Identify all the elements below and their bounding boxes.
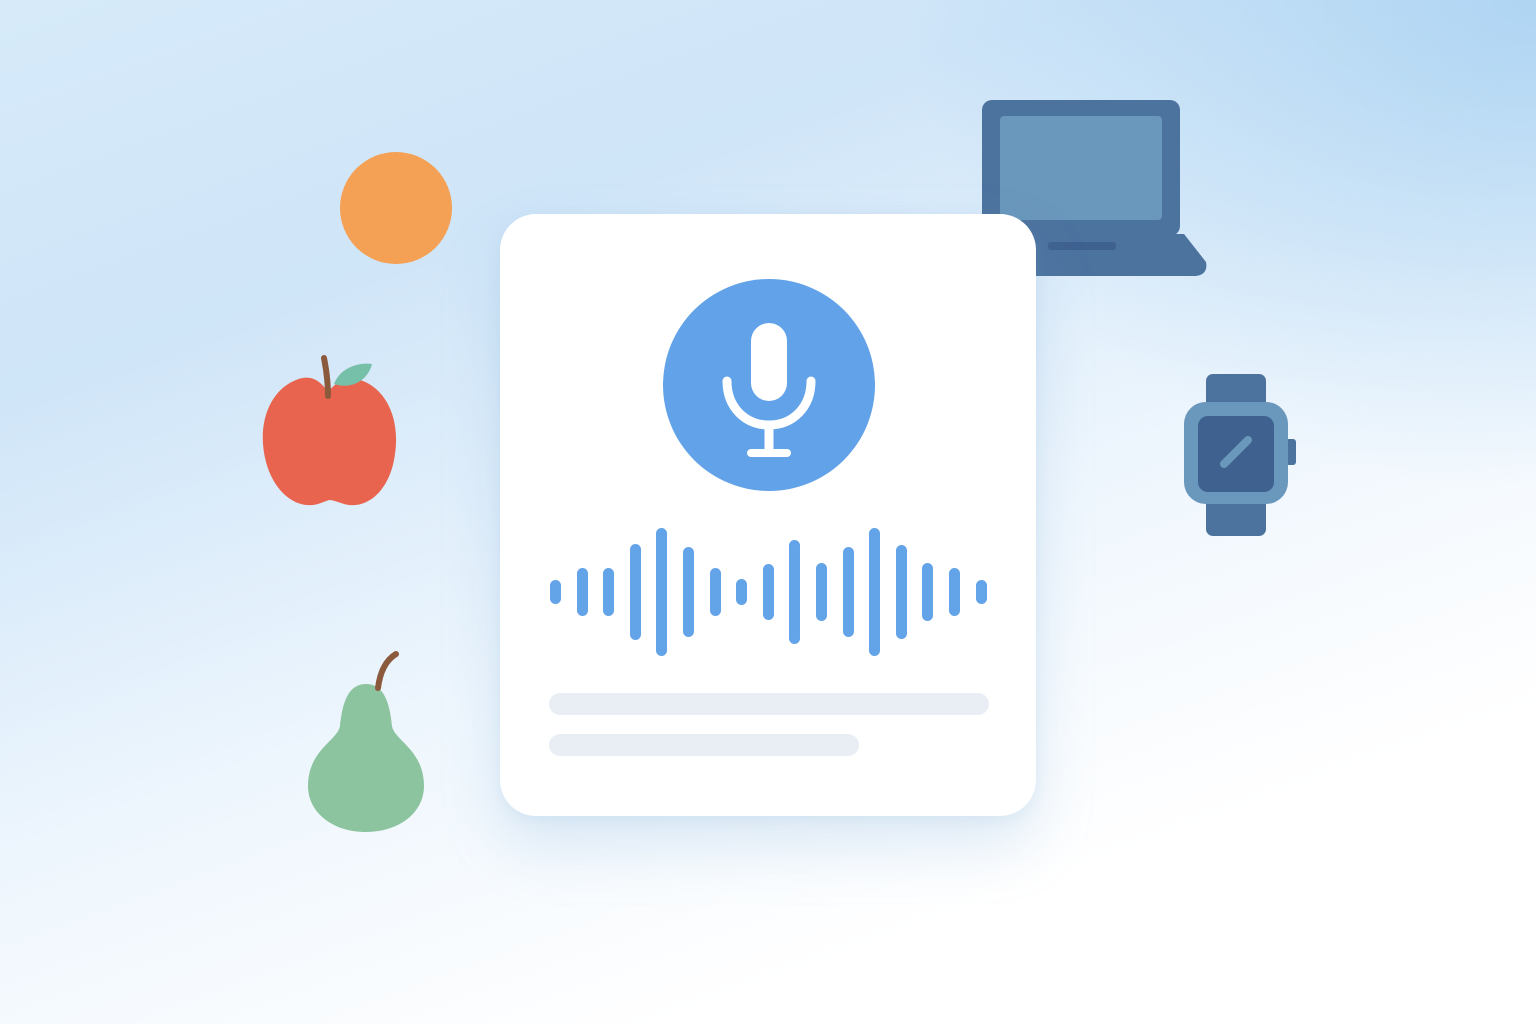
waveform-bar [603, 568, 615, 616]
microphone-button[interactable] [663, 279, 875, 491]
waveform-bar [975, 580, 987, 604]
audio-waveform [500, 514, 1036, 664]
waveform-bar [949, 568, 960, 616]
transcript-placeholder-line [549, 734, 859, 756]
waveform-bar [869, 528, 881, 656]
microphone-icon [722, 323, 816, 457]
apple-icon [258, 354, 400, 515]
orange-icon [338, 150, 454, 271]
waveform-bar [816, 563, 827, 621]
waveform-bar [762, 564, 774, 620]
waveform-bar [550, 580, 561, 604]
waveform-bar [736, 579, 748, 605]
pear-icon [304, 650, 428, 839]
waveform-bar [576, 568, 588, 616]
waveform-bar [922, 563, 934, 621]
waveform-bar [629, 544, 641, 640]
waveform-bar [789, 539, 801, 645]
smartwatch-icon [1182, 372, 1298, 543]
waveform-bar [895, 545, 907, 639]
waveform-bar [709, 568, 721, 616]
transcript-placeholder-line [549, 693, 989, 715]
waveform-bar [656, 528, 668, 656]
waveform-bar [842, 546, 854, 638]
voice-input-card [500, 214, 1036, 816]
waveform-bar [683, 546, 694, 638]
